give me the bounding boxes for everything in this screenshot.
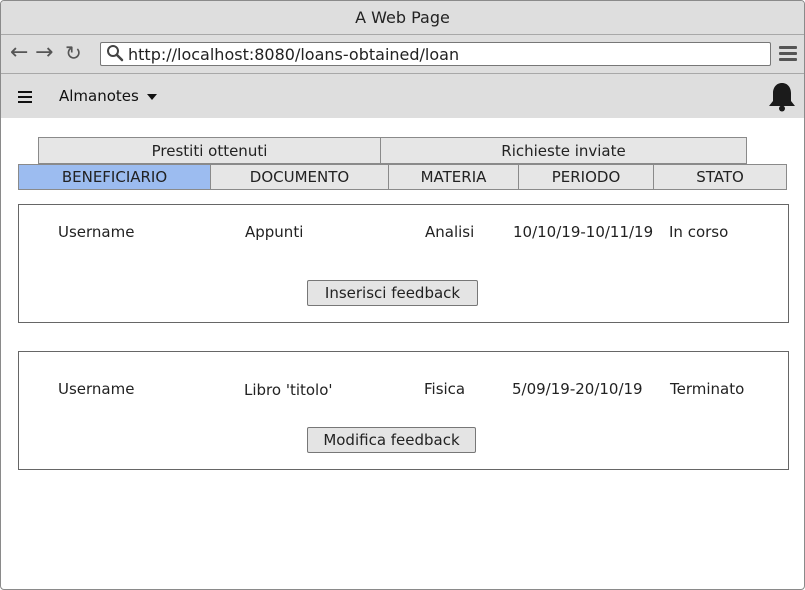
app-bar: Almanotes [1,74,804,118]
tab-prestiti-ottenuti[interactable]: Prestiti ottenuti [38,137,381,164]
loan-period: 5/09/19-20/10/19 [512,380,643,398]
document-name: Appunti [245,223,304,241]
subject-name: Analisi [425,223,475,241]
column-header-documento[interactable]: DOCUMENTO [210,164,389,190]
address-bar: ← → ↻ http://localhost:8080/loans-obtain… [1,35,804,74]
column-header-materia[interactable]: MATERIA [388,164,519,190]
forward-arrow-icon[interactable]: → [35,41,53,65]
loan-period: 10/10/19-10/11/19 [513,223,654,241]
url-input[interactable]: http://localhost:8080/loans-obtained/loa… [100,42,771,66]
column-header-beneficiario[interactable]: BENEFICIARIO [18,164,211,190]
document-name: Libro 'titolo' [244,381,333,399]
column-header-periodo[interactable]: PERIODO [518,164,654,190]
browser-window: A Web Page ← → ↻ http://localhost:8080/l… [0,0,805,590]
url-text: http://localhost:8080/loans-obtained/loa… [128,45,460,64]
window-title: A Web Page [1,1,804,35]
loan-status: In corso [669,223,729,241]
search-icon [107,45,124,62]
app-name-dropdown[interactable]: Almanotes [59,87,139,105]
reload-icon[interactable]: ↻ [65,41,82,65]
edit-feedback-button[interactable]: Modifica feedback [307,427,476,453]
loan-card: Username Libro 'titolo' Fisica 5/09/19-2… [18,351,789,470]
caret-down-icon[interactable] [147,94,157,100]
insert-feedback-button[interactable]: Inserisci feedback [307,280,478,306]
subject-name: Fisica [424,380,466,398]
tab-richieste-inviate[interactable]: Richieste inviate [380,137,747,164]
beneficiary-username: Username [58,223,135,241]
back-arrow-icon[interactable]: ← [10,41,28,65]
column-header-stato[interactable]: STATO [653,164,787,190]
bell-icon[interactable] [766,80,798,112]
hamburger-icon[interactable] [18,91,32,103]
browser-menu-icon[interactable] [779,46,797,62]
loan-status: Terminato [670,380,745,398]
loan-card: Username Appunti Analisi 10/10/19-10/11/… [18,204,789,323]
beneficiary-username: Username [58,380,135,398]
